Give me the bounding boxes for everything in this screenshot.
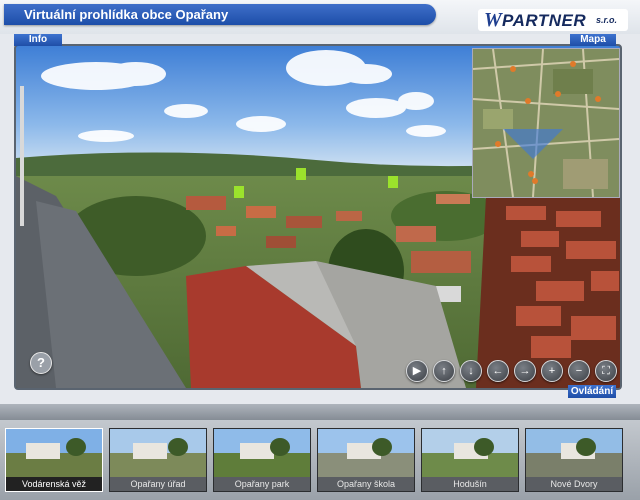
thumbnail-label: Opařany úřad bbox=[110, 477, 206, 491]
map-tab[interactable]: Mapa bbox=[570, 34, 616, 46]
pan-right-button[interactable]: → bbox=[514, 360, 536, 382]
zoom-in-button[interactable]: + bbox=[541, 360, 563, 382]
arrow-down-icon: ↓ bbox=[468, 365, 474, 377]
help-button[interactable]: ? bbox=[30, 352, 52, 374]
thumbnail-image bbox=[422, 429, 518, 477]
partner-logo[interactable]: W PARTNER s.r.o. bbox=[478, 9, 628, 31]
partner-logo-mark: W bbox=[484, 9, 502, 31]
thumbnail-label: Nové Dvory bbox=[526, 477, 622, 491]
thumbnail-label: Vodárenská věž bbox=[6, 477, 102, 491]
thumbnail-label: Opařany škola bbox=[318, 477, 414, 491]
controls-tab[interactable]: Ovládání bbox=[568, 385, 616, 398]
minimap[interactable] bbox=[472, 48, 620, 198]
thumbnail-3[interactable]: Opařany park bbox=[213, 428, 311, 492]
filmstrip-header bbox=[0, 404, 640, 420]
thumbnail-4[interactable]: Opařany škola bbox=[317, 428, 415, 492]
page-title: Virtuální prohlídka obce Opařany bbox=[4, 4, 436, 25]
thumbnail-image bbox=[6, 429, 102, 477]
thumbnail-filmstrip: Vodárenská věž Opařany úřad Opařany park Op… bbox=[0, 420, 640, 500]
plus-icon: + bbox=[548, 365, 556, 377]
thumbnail-1[interactable]: Vodárenská věž bbox=[5, 428, 103, 492]
arrow-right-icon: → bbox=[519, 365, 531, 377]
partner-logo-suffix: s.r.o. bbox=[596, 15, 618, 25]
pan-left-button[interactable]: ← bbox=[487, 360, 509, 382]
pan-up-button[interactable]: ↑ bbox=[433, 360, 455, 382]
thumbnail-6[interactable]: Nové Dvory bbox=[525, 428, 623, 492]
play-button[interactable]: ▶ bbox=[406, 360, 428, 382]
fullscreen-button[interactable]: ⛶ bbox=[595, 360, 617, 382]
header: Virtuální prohlídka obce Opařany W PARTN… bbox=[0, 0, 640, 34]
arrow-left-icon: ← bbox=[492, 365, 504, 377]
info-tab[interactable]: Info bbox=[14, 34, 62, 46]
zoom-out-button[interactable]: − bbox=[568, 360, 590, 382]
thumbnail-image bbox=[214, 429, 310, 477]
thumbnail-label: Hodušín bbox=[422, 477, 518, 491]
viewer-controls: ▶ ↑ ↓ ← → + − ⛶ bbox=[406, 360, 617, 382]
fullscreen-icon: ⛶ bbox=[602, 365, 610, 377]
thumbnail-image bbox=[318, 429, 414, 477]
thumbnail-2[interactable]: Opařany úřad bbox=[109, 428, 207, 492]
thumbnail-image bbox=[110, 429, 206, 477]
panorama-viewer[interactable]: ? ▶ ↑ ↓ ← → + − ⛶ bbox=[14, 44, 622, 390]
thumbnail-label: Opařany park bbox=[214, 477, 310, 491]
thumbnail-image bbox=[526, 429, 622, 477]
minus-icon: − bbox=[575, 365, 583, 377]
play-icon: ▶ bbox=[412, 365, 422, 377]
partner-logo-text: PARTNER bbox=[502, 11, 587, 30]
pan-down-button[interactable]: ↓ bbox=[460, 360, 482, 382]
thumbnail-5[interactable]: Hodušín bbox=[421, 428, 519, 492]
arrow-up-icon: ↑ bbox=[441, 365, 447, 377]
